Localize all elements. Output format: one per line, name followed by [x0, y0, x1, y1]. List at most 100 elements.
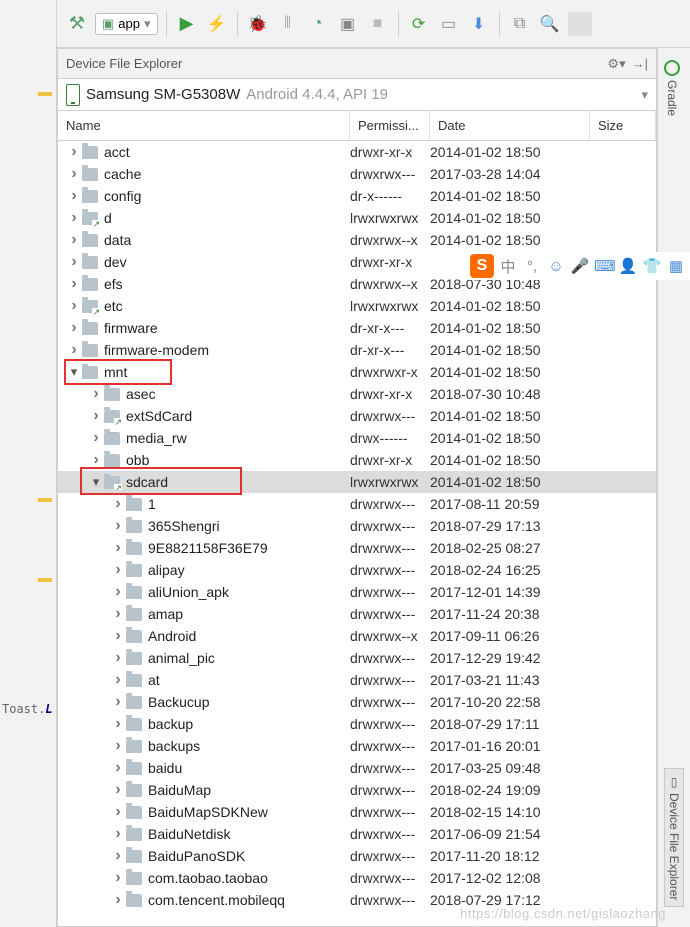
table-row[interactable]: backupdrwxrwx---2018-07-29 17:11 — [58, 713, 656, 735]
table-row[interactable]: etclrwxrwxrwx2014-01-02 18:50 — [58, 295, 656, 317]
coverage-icon[interactable]: ◔ — [306, 12, 330, 36]
table-row[interactable]: alipaydrwxrwx---2018-02-24 16:25 — [58, 559, 656, 581]
table-row[interactable]: firmware-modemdr-xr-x---2014-01-02 18:50 — [58, 339, 656, 361]
table-row[interactable]: 1drwxrwx---2017-08-11 20:59 — [58, 493, 656, 515]
tab-device-file-explorer[interactable]: ▯ Device File Explorer — [664, 768, 684, 907]
chevron-right-icon[interactable] — [66, 275, 82, 293]
chevron-right-icon[interactable] — [110, 605, 126, 623]
table-row[interactable]: extSdCarddrwxrwx---2014-01-02 18:50 — [58, 405, 656, 427]
ime-punct-icon[interactable]: °, — [522, 258, 542, 275]
chevron-right-icon[interactable] — [110, 517, 126, 535]
table-row[interactable]: animal_picdrwxrwx---2017-12-29 19:42 — [58, 647, 656, 669]
chevron-right-icon[interactable] — [110, 715, 126, 733]
hide-icon[interactable]: →| — [632, 56, 648, 71]
ime-grid-icon[interactable]: ▦ — [666, 257, 686, 275]
table-row[interactable]: cachedrwxrwx---2017-03-28 14:04 — [58, 163, 656, 185]
chevron-right-icon[interactable] — [88, 385, 104, 403]
chevron-right-icon[interactable] — [66, 253, 82, 271]
chevron-right-icon[interactable] — [110, 561, 126, 579]
chevron-right-icon[interactable] — [88, 451, 104, 469]
chevron-right-icon[interactable] — [110, 649, 126, 667]
chevron-right-icon[interactable] — [66, 319, 82, 337]
chevron-right-icon[interactable] — [66, 165, 82, 183]
table-row[interactable]: 365Shengridrwxrwx---2018-07-29 17:13 — [58, 515, 656, 537]
module-selector[interactable]: ▣ app ▾ — [95, 13, 158, 35]
table-row[interactable]: BaiduNetdiskdrwxrwx---2017-06-09 21:54 — [58, 823, 656, 845]
chevron-right-icon[interactable] — [88, 407, 104, 425]
search-icon[interactable]: 🔍 — [538, 12, 562, 36]
chevron-right-icon[interactable] — [66, 231, 82, 249]
tab-gradle[interactable]: Gradle — [664, 60, 680, 116]
build-icon[interactable]: ⚒ — [65, 12, 89, 36]
table-row[interactable]: aliUnion_apkdrwxrwx---2017-12-01 14:39 — [58, 581, 656, 603]
sdk-icon[interactable]: ⬇ — [467, 12, 491, 36]
chevron-right-icon[interactable] — [110, 847, 126, 865]
chevron-right-icon[interactable] — [110, 671, 126, 689]
table-row[interactable]: obbdrwxr-xr-x2014-01-02 18:50 — [58, 449, 656, 471]
stop-icon[interactable]: ■ — [366, 12, 390, 36]
table-row[interactable]: firmwaredr-xr-x---2014-01-02 18:50 — [58, 317, 656, 339]
chevron-right-icon[interactable] — [88, 429, 104, 447]
column-permissions[interactable]: Permissi... — [350, 111, 430, 140]
table-row[interactable]: media_rwdrwx------2014-01-02 18:50 — [58, 427, 656, 449]
table-row[interactable]: configdr-x------2014-01-02 18:50 — [58, 185, 656, 207]
avatar[interactable] — [568, 12, 592, 36]
chevron-down-icon[interactable] — [88, 474, 104, 490]
chevron-right-icon[interactable] — [110, 759, 126, 777]
chevron-right-icon[interactable] — [110, 495, 126, 513]
table-row[interactable]: datadrwxrwx--x2014-01-02 18:50 — [58, 229, 656, 251]
table-row[interactable]: backupsdrwxrwx---2017-01-16 20:01 — [58, 735, 656, 757]
ime-keyboard-icon[interactable]: ⌨ — [594, 257, 614, 275]
column-size[interactable]: Size — [590, 111, 656, 140]
table-row[interactable]: Backucupdrwxrwx---2017-10-20 22:58 — [58, 691, 656, 713]
table-row[interactable]: baidudrwxrwx---2017-03-25 09:48 — [58, 757, 656, 779]
table-row[interactable]: Androiddrwxrwx--x2017-09-11 06:26 — [58, 625, 656, 647]
chevron-right-icon[interactable] — [66, 187, 82, 205]
table-row[interactable]: sdcardlrwxrwxrwx2014-01-02 18:50 — [58, 471, 656, 493]
table-row[interactable]: mntdrwxrwxr-x2014-01-02 18:50 — [58, 361, 656, 383]
chevron-right-icon[interactable] — [66, 143, 82, 161]
ime-shirt-icon[interactable]: 👕 — [642, 257, 662, 275]
table-row[interactable]: acctdrwxr-xr-x2014-01-02 18:50 — [58, 141, 656, 163]
chevron-right-icon[interactable] — [66, 341, 82, 359]
table-row[interactable]: asecdrwxr-xr-x2018-07-30 10:48 — [58, 383, 656, 405]
run-icon[interactable]: ▶ — [175, 12, 199, 36]
chevron-right-icon[interactable] — [110, 869, 126, 887]
chevron-right-icon[interactable] — [110, 627, 126, 645]
chevron-right-icon[interactable] — [110, 583, 126, 601]
table-row[interactable]: 9E8821158F36E79drwxrwx---2018-02-25 08:2… — [58, 537, 656, 559]
chevron-right-icon[interactable] — [110, 693, 126, 711]
column-name[interactable]: Name — [58, 111, 350, 140]
avd-icon[interactable]: ▭ — [437, 12, 461, 36]
sync-icon[interactable]: ⟳ — [407, 12, 431, 36]
sogou-icon[interactable]: S — [470, 254, 494, 278]
chevron-right-icon[interactable] — [110, 825, 126, 843]
debug-icon[interactable]: 🐞 — [246, 12, 270, 36]
chevron-right-icon[interactable] — [110, 737, 126, 755]
ime-mic-icon[interactable]: 🎤 — [570, 257, 590, 275]
table-row[interactable]: BaiduMapdrwxrwx---2018-02-24 19:09 — [58, 779, 656, 801]
table-row[interactable]: BaiduPanoSDKdrwxrwx---2017-11-20 18:12 — [58, 845, 656, 867]
ime-emoji-icon[interactable]: ☺ — [546, 258, 566, 275]
table-row[interactable]: BaiduMapSDKNewdrwxrwx---2018-02-15 14:10 — [58, 801, 656, 823]
apply-changes-icon[interactable]: ⚡ — [205, 12, 229, 36]
chevron-right-icon[interactable] — [110, 803, 126, 821]
table-row[interactable]: dlrwxrwxrwx2014-01-02 18:50 — [58, 207, 656, 229]
chevron-right-icon[interactable] — [110, 781, 126, 799]
ime-user-icon[interactable]: 👤 — [618, 257, 638, 275]
chevron-right-icon[interactable] — [110, 539, 126, 557]
chevron-right-icon[interactable] — [66, 209, 82, 227]
chevron-right-icon[interactable] — [66, 297, 82, 315]
chevron-down-icon[interactable] — [66, 364, 82, 380]
device-selector[interactable]: Samsung SM-G5308W Android 4.4.4, API 19 … — [58, 79, 656, 111]
attach-icon[interactable]: ▣ — [336, 12, 360, 36]
structure-icon[interactable]: ⧉ — [508, 12, 532, 36]
table-row[interactable]: com.taobao.taobaodrwxrwx---2017-12-02 12… — [58, 867, 656, 889]
column-date[interactable]: Date — [430, 111, 590, 140]
chevron-right-icon[interactable] — [110, 891, 126, 909]
gear-icon[interactable]: ⚙▾ — [607, 56, 625, 72]
ime-lang-icon[interactable]: 中 — [498, 256, 518, 277]
table-row[interactable]: amapdrwxrwx---2017-11-24 20:38 — [58, 603, 656, 625]
table-row[interactable]: atdrwxrwx---2017-03-21 11:43 — [58, 669, 656, 691]
profiler-icon[interactable]: ⫴ — [276, 12, 300, 36]
